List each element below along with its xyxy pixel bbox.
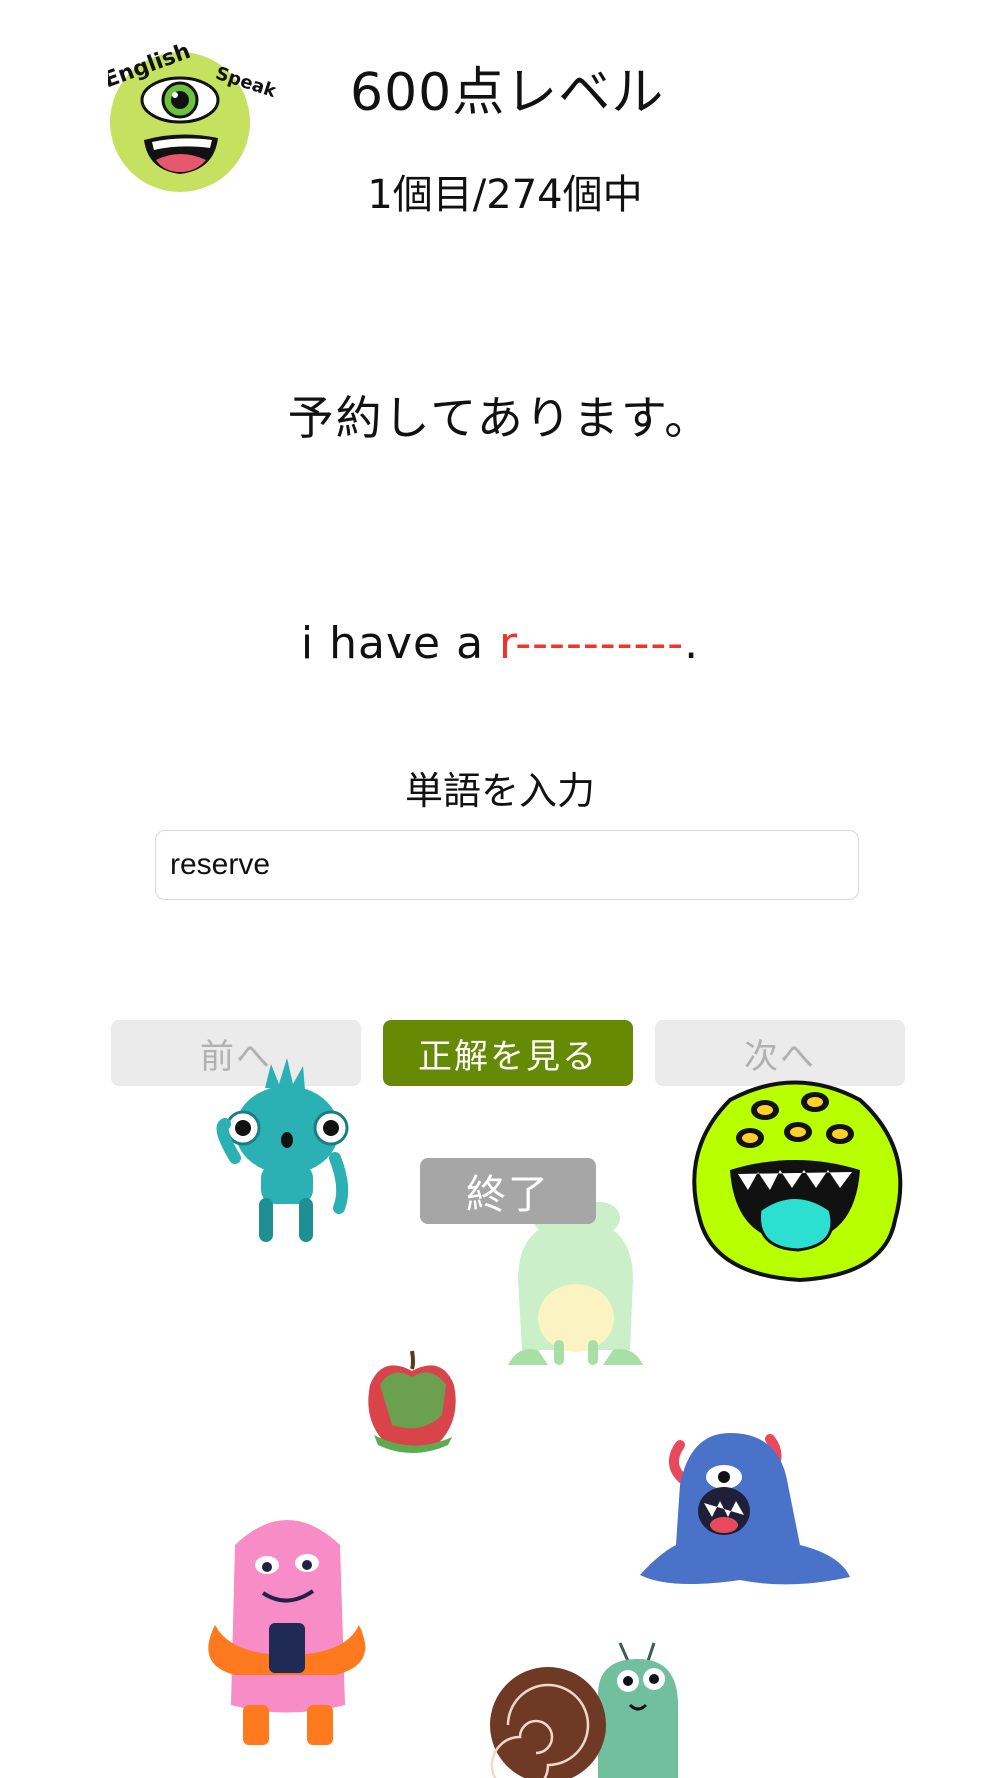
lime-many-eyed-monster-icon xyxy=(680,1070,915,1290)
blue-horned-monster-icon xyxy=(640,1425,855,1590)
eye-icon xyxy=(140,76,220,124)
answer-field-box[interactable] xyxy=(155,830,859,900)
teal-monster-icon xyxy=(215,1058,360,1248)
input-label: 単語を入力 xyxy=(404,769,595,813)
apple-icon xyxy=(362,1345,462,1457)
answer-input[interactable] xyxy=(170,831,830,899)
word-hint: r---------- xyxy=(499,618,685,669)
english-sentence: i have a r----------. xyxy=(0,618,1000,669)
progress-counter: 1個目/274個中 xyxy=(367,172,643,218)
english-prefix: i have a xyxy=(300,618,500,669)
page-title: 600点レベル xyxy=(350,63,665,123)
finish-button[interactable]: 終了 xyxy=(420,1158,596,1224)
snail-icon xyxy=(488,1635,688,1778)
frog-icon xyxy=(508,1200,643,1375)
english-suffix: . xyxy=(684,618,700,669)
app-logo: English Speak xyxy=(108,20,308,210)
japanese-sentence: 予約してあります。 xyxy=(287,391,713,445)
pink-fluffy-monster-icon xyxy=(195,1505,380,1750)
show-answer-button[interactable]: 正解を見る xyxy=(383,1020,633,1086)
